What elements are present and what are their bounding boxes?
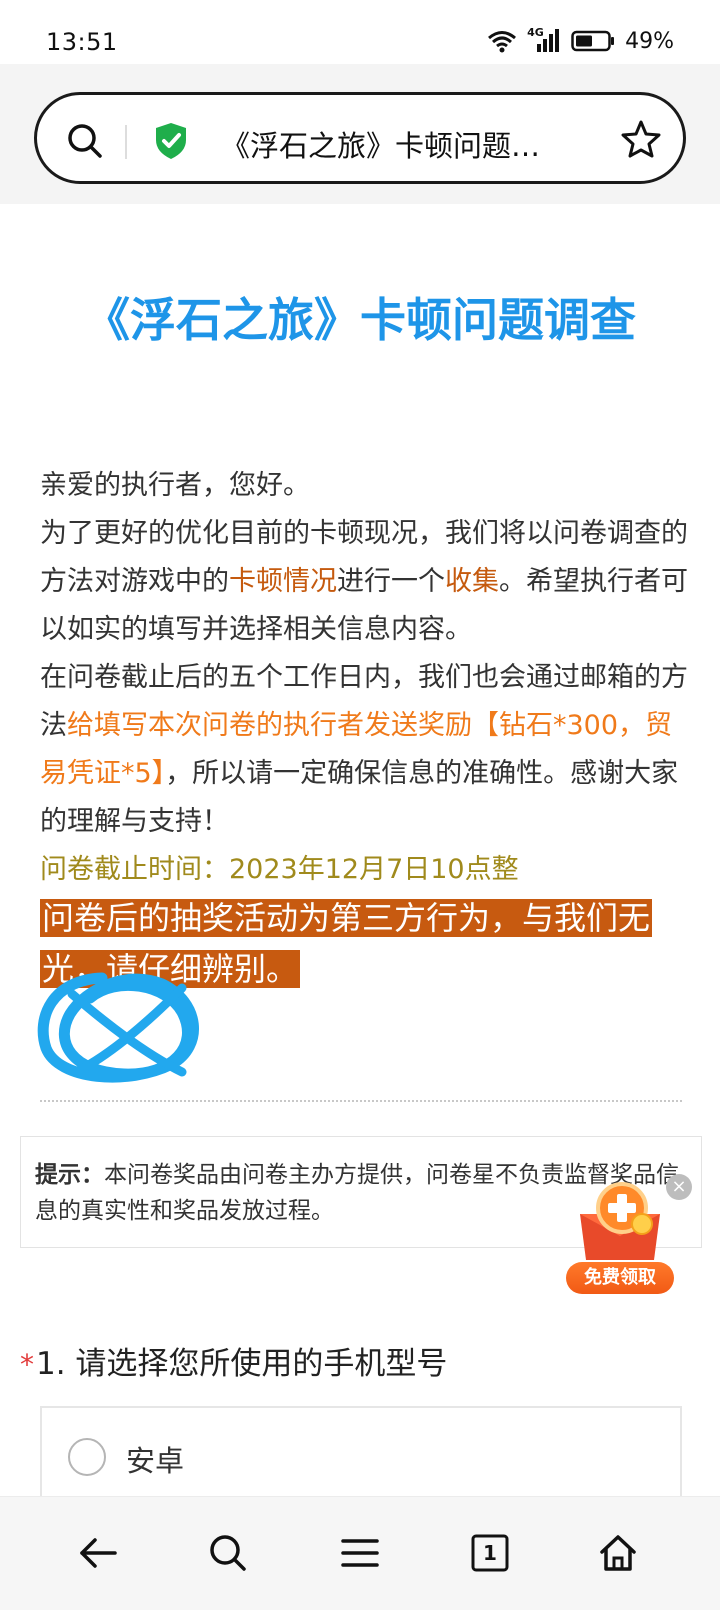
reward-paragraph: 在问卷截止后的五个工作日内，我们也会通过邮箱的方法给填写本次问卷的执行者发送奖励…: [40, 654, 690, 846]
star-icon[interactable]: [621, 119, 661, 163]
option-label: 安卓: [126, 1444, 185, 1478]
search-icon[interactable]: [65, 121, 105, 165]
question-title: *1. 请选择您所使用的手机型号: [20, 1338, 447, 1383]
close-icon[interactable]: ×: [666, 1174, 692, 1200]
status-time: 13:51: [46, 28, 118, 56]
network-type-label: 4G: [527, 26, 544, 39]
home-icon[interactable]: [590, 1525, 646, 1581]
intro-paragraph: 为了更好的优化目前的卡顿现况，我们将以问卷调查的方法对游戏中的卡顿情况进行一个收…: [40, 510, 690, 654]
section-divider: [40, 1100, 682, 1102]
intro-text: 进行一个: [337, 566, 445, 597]
tab-count: 1: [483, 1541, 497, 1565]
menu-icon[interactable]: [332, 1525, 388, 1581]
page-url-title[interactable]: 《浮石之旅》卡顿问题…: [221, 123, 591, 165]
question-text: 1. 请选择您所使用的手机型号: [36, 1346, 448, 1382]
highlight-text: 卡顿情况: [229, 566, 337, 597]
battery-percentage: 49%: [625, 28, 674, 54]
survey-intro: 亲爱的执行者，您好。 为了更好的优化目前的卡顿现况，我们将以问卷调查的方法对游戏…: [40, 462, 690, 996]
browser-toolbar: 《浮石之旅》卡顿问题…: [0, 64, 720, 204]
wifi-icon: [487, 29, 517, 53]
search-icon[interactable]: [200, 1525, 256, 1581]
address-bar[interactable]: 《浮石之旅》卡顿问题…: [34, 92, 686, 184]
greeting-text: 亲爱的执行者，您好。: [40, 470, 310, 501]
address-bar-divider: [125, 125, 127, 159]
scribble-annotation: [37, 972, 199, 1083]
cellular-signal-icon: 4G: [527, 26, 561, 54]
bottom-navigation: 1: [0, 1496, 720, 1610]
free-claim-button[interactable]: 免费领取: [566, 1262, 674, 1294]
free-gift-widget[interactable]: × 免费领取: [566, 1174, 692, 1294]
battery-icon: [571, 30, 615, 52]
survey-title: 《浮石之旅》卡顿问题调查: [84, 293, 636, 347]
gift-box-icon: [580, 1182, 660, 1260]
radio-button[interactable]: [68, 1438, 106, 1476]
deadline-text: 问卷截止时间：2023年12月7日10点整: [40, 854, 519, 885]
status-icons: 4G 49%: [487, 26, 674, 56]
status-bar: 13:51 4G 49%: [0, 0, 720, 64]
required-mark: *: [20, 1348, 34, 1381]
highlight-text: 收集: [445, 566, 499, 597]
tabs-icon[interactable]: 1: [462, 1525, 518, 1581]
shield-icon[interactable]: [153, 121, 189, 165]
back-arrow-icon[interactable]: [70, 1525, 126, 1581]
tip-label: 提示：: [35, 1162, 104, 1188]
